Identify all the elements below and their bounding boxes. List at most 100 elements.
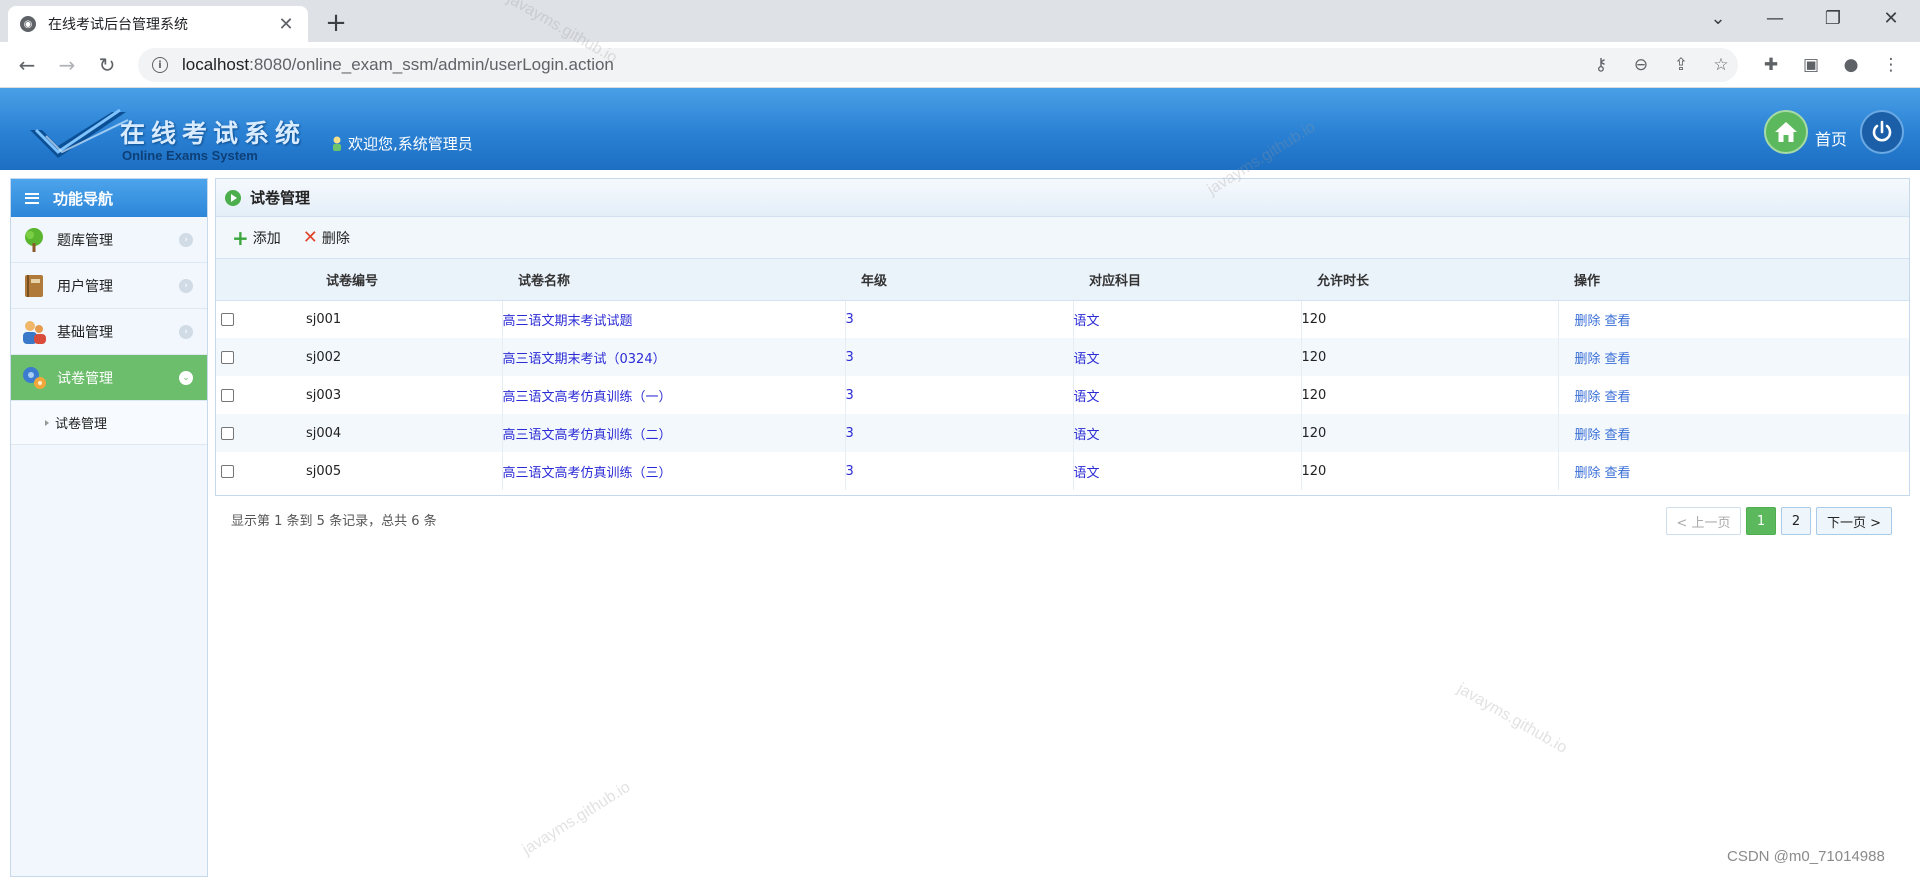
watermark: javayms.github.io (519, 778, 634, 859)
row-view-link[interactable]: 查看 (1605, 352, 1631, 367)
row-view-link[interactable]: 查看 (1605, 390, 1631, 405)
sidebar-item-label: 题库管理 (57, 232, 113, 249)
maximize-button[interactable]: ❐ (1810, 0, 1856, 36)
share-icon[interactable]: ⇪ (1668, 52, 1694, 78)
row-view-link[interactable]: 查看 (1605, 314, 1631, 329)
logo-title: 在线考试系统 (120, 119, 307, 148)
cell-duration: 120 (1300, 300, 1558, 338)
table-row: sj005 高三语文高考仿真训练（三） 3 语文 120 删除 查看 (216, 452, 1909, 490)
cell-paper-id: sj002 (306, 338, 502, 376)
cell-paper-id: sj004 (306, 414, 502, 452)
row-view-link[interactable]: 查看 (1605, 466, 1631, 481)
cell-subject: 语文 (1072, 452, 1301, 490)
sidebar-title: 功能导航 (53, 189, 114, 208)
sidebar-subitem-exam-papers[interactable]: 试卷管理 (11, 401, 207, 445)
home-link[interactable]: 首页 (1815, 126, 1847, 150)
grade-link[interactable]: 3 (846, 464, 854, 479)
browser-tabstrip: ◉ 在线考试后台管理系统 ✕ + ⌄ — ❐ ✕ (0, 0, 1920, 42)
sidebar-item-exam-papers[interactable]: 试卷管理 ⌄ (11, 355, 207, 401)
row-view-link[interactable]: 查看 (1605, 428, 1631, 443)
paper-name-link[interactable]: 高三语文期末考试（0324） (503, 352, 666, 367)
page-button[interactable]: 1 (1746, 507, 1776, 535)
exam-paper-panel: 试卷管理 + 添加 ✕ 删除 试卷编号 试卷名称 年级 对应科目 允许时长 操作… (215, 178, 1910, 496)
key-icon[interactable]: ⚷ (1588, 52, 1614, 78)
side-panel-icon[interactable]: ▣ (1798, 52, 1824, 78)
plus-icon: + (232, 225, 249, 250)
minimize-button[interactable]: — (1752, 0, 1798, 36)
new-tab-button[interactable]: + (320, 8, 352, 40)
grade-link[interactable]: 3 (846, 388, 854, 403)
paper-name-link[interactable]: 高三语文期末考试试题 (503, 314, 633, 329)
row-checkbox-cell (216, 414, 306, 452)
reload-icon[interactable]: ↻ (92, 50, 122, 80)
subject-link[interactable]: 语文 (1074, 466, 1100, 481)
cell-grade: 3 (844, 300, 1073, 338)
sidebar-item-basic[interactable]: 基础管理 › (11, 309, 207, 355)
header-checkbox-cell (216, 259, 306, 301)
zoom-out-icon[interactable]: ⊖ (1628, 52, 1654, 78)
csdn-credit: CSDN @m0_71014988 (1727, 848, 1885, 865)
menu-kebab-icon[interactable]: ⋮ (1878, 52, 1904, 78)
cell-paper-id: sj001 (306, 300, 502, 338)
home-button[interactable] (1764, 110, 1808, 154)
row-delete-link[interactable]: 删除 (1575, 428, 1601, 443)
grade-link[interactable]: 3 (846, 312, 854, 327)
row-checkbox[interactable] (221, 312, 234, 326)
paper-name-link[interactable]: 高三语文高考仿真训练（一） (503, 390, 672, 405)
cell-operations: 删除 查看 (1557, 376, 1909, 414)
subject-link[interactable]: 语文 (1074, 314, 1100, 329)
next-page-button[interactable]: 下一页 > (1816, 507, 1892, 535)
address-bar[interactable]: i localhost:8080/online_exam_ssm/admin/u… (138, 48, 1738, 82)
site-info-icon[interactable]: i (152, 57, 168, 73)
row-delete-link[interactable]: 删除 (1575, 314, 1601, 329)
forward-arrow-icon[interactable]: → (52, 50, 82, 80)
paper-name-link[interactable]: 高三语文高考仿真训练（三） (503, 466, 672, 481)
globe-icon: ◉ (20, 16, 36, 32)
page-title: 试卷管理 (250, 189, 311, 207)
prev-page-button[interactable]: < 上一页 (1666, 507, 1741, 535)
browser-tab[interactable]: ◉ 在线考试后台管理系统 ✕ (8, 6, 308, 42)
row-delete-link[interactable]: 删除 (1575, 466, 1601, 481)
extensions-puzzle-icon[interactable]: ✚ (1758, 52, 1784, 78)
column-header: 试卷名称 (502, 259, 845, 301)
sidebar-item-users[interactable]: 用户管理 › (11, 263, 207, 309)
paper-id: sj004 (306, 425, 342, 441)
url-text: localhost:8080/online_exam_ssm/admin/use… (182, 55, 614, 75)
cell-grade: 3 (844, 338, 1073, 376)
bookmark-star-icon[interactable]: ☆ (1708, 52, 1734, 78)
close-window-button[interactable]: ✕ (1868, 0, 1914, 36)
row-checkbox[interactable] (221, 464, 234, 478)
grade-link[interactable]: 3 (846, 350, 854, 365)
cell-grade: 3 (844, 414, 1073, 452)
row-checkbox[interactable] (221, 350, 234, 364)
paper-name-link[interactable]: 高三语文高考仿真训练（二） (503, 428, 672, 443)
cell-operations: 删除 查看 (1557, 300, 1909, 338)
logout-button[interactable] (1860, 110, 1904, 154)
cell-duration: 120 (1300, 376, 1558, 414)
add-button[interactable]: + 添加 (232, 228, 281, 248)
sidebar-item-question-bank[interactable]: 题库管理 › (11, 217, 207, 263)
paper-id: sj003 (306, 387, 342, 403)
duration-value: 120 (1301, 311, 1327, 327)
page-button[interactable]: 2 (1781, 507, 1811, 535)
welcome-text: 欢迎您,系统管理员 (348, 135, 473, 153)
row-delete-link[interactable]: 删除 (1575, 352, 1601, 367)
back-arrow-icon[interactable]: ← (12, 50, 42, 80)
row-checkbox[interactable] (221, 388, 234, 402)
cell-duration: 120 (1300, 338, 1558, 376)
url-path: :8080/online_exam_ssm/admin/userLogin.ac… (249, 55, 614, 74)
subject-link[interactable]: 语文 (1074, 390, 1100, 405)
subject-link[interactable]: 语文 (1074, 428, 1100, 443)
chevron-right-icon: › (179, 278, 193, 293)
delete-button[interactable]: ✕ 删除 (303, 228, 350, 248)
paper-id: sj005 (306, 463, 342, 479)
tab-close-button[interactable]: ✕ (276, 14, 296, 35)
row-checkbox[interactable] (221, 426, 234, 440)
grade-link[interactable]: 3 (846, 426, 854, 441)
profile-avatar-icon[interactable]: ● (1838, 52, 1864, 78)
chevron-down-icon: ⌄ (179, 370, 193, 385)
cell-paper-name: 高三语文期末考试试题 (501, 300, 845, 338)
tab-search-button[interactable]: ⌄ (1695, 0, 1741, 36)
subject-link[interactable]: 语文 (1074, 352, 1100, 367)
row-delete-link[interactable]: 删除 (1575, 390, 1601, 405)
